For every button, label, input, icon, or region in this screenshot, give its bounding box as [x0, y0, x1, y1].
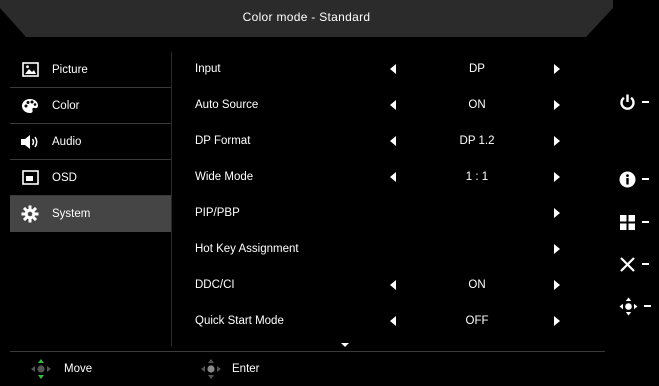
hardware-button-legend — [613, 0, 659, 386]
setting-row-wide-mode[interactable]: Wide Mode 1 : 1 — [172, 160, 605, 196]
joystick-move-icon — [30, 358, 52, 380]
setting-value: ON — [468, 279, 486, 291]
setting-label: Quick Start Mode — [195, 315, 284, 327]
setting-label: DDC/CI — [195, 279, 235, 291]
setting-row-ddc-ci[interactable]: DDC/CI ON — [172, 268, 605, 304]
close-icon — [619, 256, 636, 273]
menu-item-label: Color — [52, 99, 80, 112]
gear-icon — [20, 204, 40, 224]
picture-icon — [20, 60, 40, 80]
arrow-left-icon[interactable] — [390, 280, 396, 290]
arrow-left-icon[interactable] — [390, 100, 396, 110]
palette-icon — [20, 96, 40, 116]
move-label: Move — [64, 363, 93, 375]
arrow-right-icon[interactable] — [554, 316, 560, 326]
menu-item-label: OSD — [52, 171, 77, 184]
arrow-right-icon[interactable] — [554, 208, 560, 218]
arrow-left-icon[interactable] — [390, 64, 396, 74]
button-dash — [642, 263, 649, 265]
joystick-button[interactable] — [619, 294, 655, 318]
close-button[interactable] — [619, 252, 655, 276]
setting-value: 1 : 1 — [465, 171, 489, 183]
setting-row-hot-key-assignment[interactable]: Hot Key Assignment — [172, 232, 605, 268]
arrow-right-icon[interactable] — [554, 172, 560, 182]
arrow-right-icon[interactable] — [554, 280, 560, 290]
setting-row-auto-source[interactable]: Auto Source ON — [172, 88, 605, 124]
menu-button[interactable] — [619, 210, 655, 234]
button-dash — [642, 101, 649, 103]
setting-row-quick-start-mode[interactable]: Quick Start Mode OFF — [172, 304, 605, 340]
speaker-icon — [20, 132, 40, 152]
menu-item-label: System — [52, 208, 91, 220]
setting-label: Hot Key Assignment — [195, 243, 299, 255]
osd-panel: Color mode - Standard Picture Color Audi… — [0, 0, 613, 386]
enter-label: Enter — [232, 363, 260, 375]
menu-item-osd[interactable]: OSD — [10, 160, 171, 196]
menu-item-color[interactable]: Color — [10, 88, 171, 124]
button-dash — [644, 305, 651, 307]
joystick-enter-icon — [200, 358, 222, 380]
setting-label: Wide Mode — [195, 171, 254, 183]
footer-hints: Move Enter — [0, 355, 613, 386]
menu-grid-icon — [619, 214, 636, 231]
menu-item-label: Audio — [52, 135, 82, 148]
setting-label: Auto Source — [195, 99, 259, 111]
info-button[interactable] — [619, 167, 655, 191]
arrow-right-icon[interactable] — [554, 244, 560, 254]
category-menu: Picture Color Audio OSD System — [10, 52, 171, 347]
setting-value: DP 1.2 — [459, 135, 495, 147]
setting-label: Input — [195, 63, 221, 75]
menu-item-label: Picture — [52, 63, 88, 76]
setting-value: OFF — [465, 315, 489, 327]
setting-label: PIP/PBP — [195, 207, 240, 219]
settings-list: Input DP Auto Source ON DP Format DP 1.2… — [172, 52, 605, 352]
setting-value: ON — [468, 99, 486, 111]
page-title: Color mode - Standard — [242, 10, 371, 24]
title-bar: Color mode - Standard — [0, 0, 613, 40]
menu-item-picture[interactable]: Picture — [10, 52, 171, 88]
setting-label: DP Format — [195, 135, 251, 147]
power-icon — [619, 94, 636, 111]
footer-divider — [10, 351, 605, 352]
menu-item-audio[interactable]: Audio — [10, 124, 171, 160]
setting-row-pip-pbp[interactable]: PIP/PBP — [172, 196, 605, 232]
osd-window-icon — [20, 168, 40, 188]
power-button[interactable] — [619, 90, 655, 114]
enter-hint: Enter — [200, 355, 260, 383]
setting-row-input[interactable]: Input DP — [172, 52, 605, 88]
arrow-right-icon[interactable] — [554, 100, 560, 110]
setting-value: DP — [469, 63, 485, 75]
arrow-right-icon[interactable] — [554, 136, 560, 146]
arrow-right-icon[interactable] — [554, 64, 560, 74]
info-icon — [619, 171, 636, 188]
arrow-left-icon[interactable] — [390, 172, 396, 182]
scroll-down-icon[interactable] — [341, 343, 349, 347]
arrow-left-icon[interactable] — [390, 316, 396, 326]
move-hint: Move — [30, 355, 92, 383]
button-dash — [642, 178, 649, 180]
setting-row-dp-format[interactable]: DP Format DP 1.2 — [172, 124, 605, 160]
menu-item-system[interactable]: System — [10, 196, 171, 232]
joystick-icon — [619, 297, 638, 316]
button-dash — [642, 221, 649, 223]
arrow-left-icon[interactable] — [390, 136, 396, 146]
